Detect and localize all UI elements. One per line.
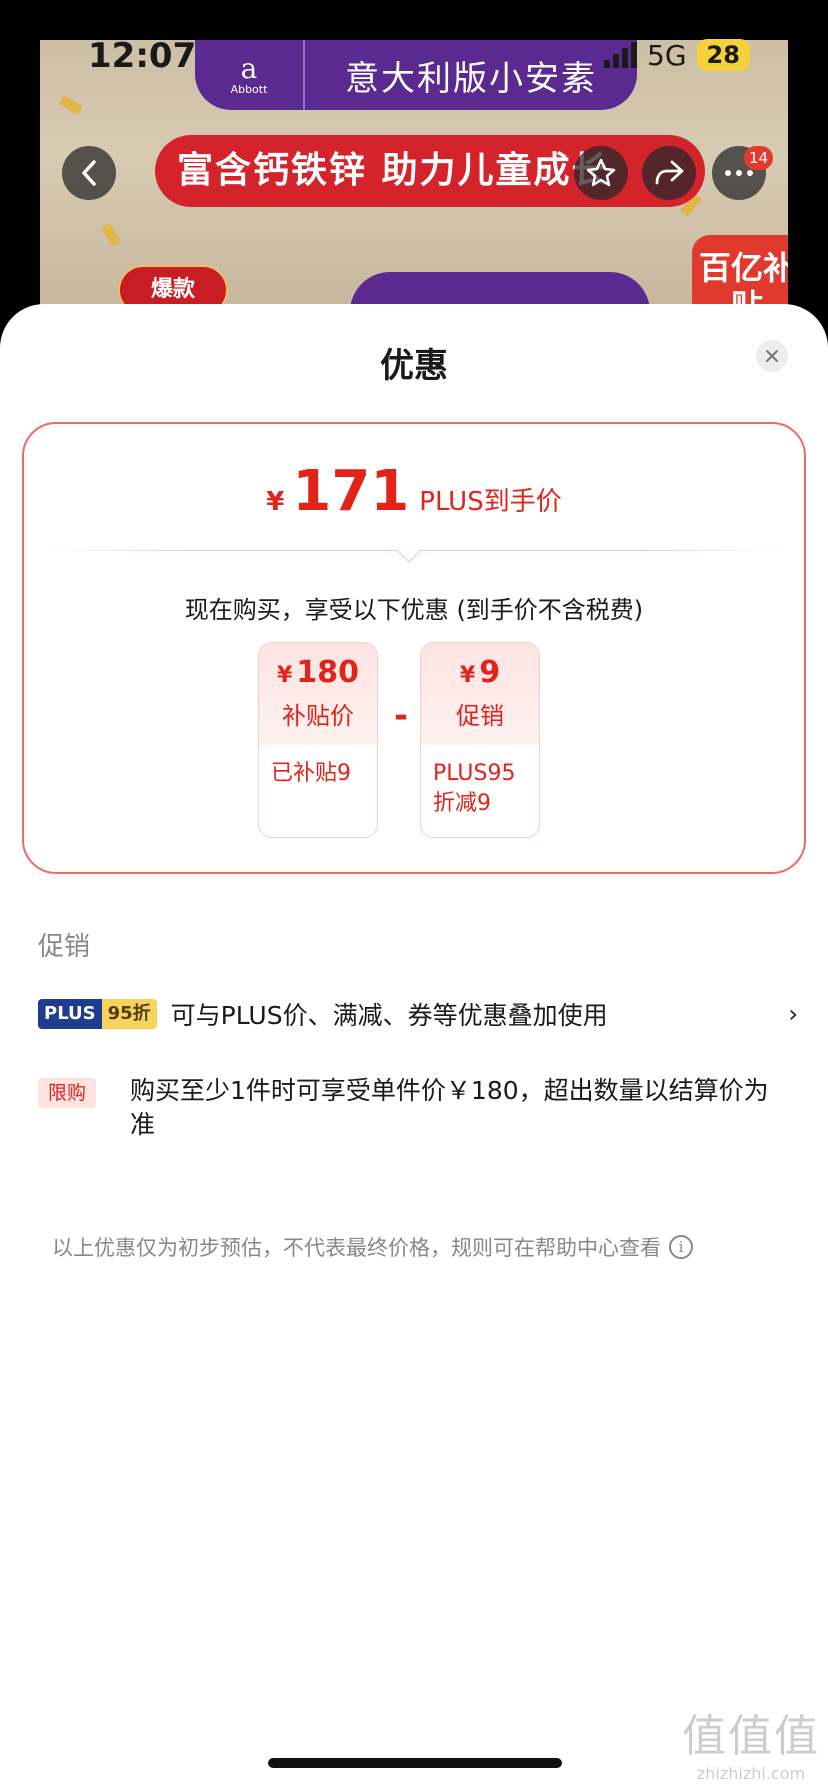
share-icon bbox=[655, 160, 684, 185]
abbott-logo-icon: a bbox=[240, 51, 258, 85]
buy-now-text: 现在购买，享受以下优惠 (到手价不含税费) bbox=[184, 596, 644, 624]
network-type: 5G bbox=[647, 38, 687, 72]
status-indicators: 5G 28 bbox=[604, 36, 750, 74]
info-icon[interactable]: i bbox=[669, 1235, 693, 1259]
star-icon bbox=[586, 158, 616, 187]
chevron-right-icon: › bbox=[788, 1000, 798, 1028]
subsidy-price-card: ¥180 补贴价 已补贴9 bbox=[258, 642, 378, 838]
subsidy-price-detail: 已补贴9 bbox=[271, 761, 351, 786]
plus-promotion-row[interactable]: PLUS 95折 可与PLUS价、满减、券等优惠叠加使用 › bbox=[38, 994, 798, 1034]
promotion-card: ¥9 促销 PLUS95折减9 bbox=[420, 642, 540, 838]
brand-logo: a Abbott bbox=[195, 40, 305, 110]
final-price: ¥ 171 PLUS到手价 bbox=[24, 464, 804, 520]
promotion-detail: PLUS95折减9 bbox=[433, 761, 516, 816]
disclaimer-row[interactable]: 以上优惠仅为初步预估，不代表最终价格，规则可在帮助中心查看 i bbox=[52, 1232, 782, 1262]
purchase-limit-text: 购买至少1件时可享受单件价￥180，超出数量以结算价为准 bbox=[130, 1076, 769, 1139]
battery-level: 28 bbox=[696, 39, 750, 71]
plus-promotion-text: 可与PLUS价、满减、券等优惠叠加使用 bbox=[170, 1001, 608, 1030]
plus-badge-label: PLUS bbox=[38, 999, 102, 1029]
brand-logo-text: Abbott bbox=[230, 82, 268, 96]
watermark-url: zhizhizhi.com bbox=[696, 1764, 806, 1783]
watermark-logo: 值值值 bbox=[682, 1711, 820, 1762]
close-icon bbox=[766, 350, 778, 362]
watermark: 值值值 zhizhizhi.com bbox=[676, 1700, 826, 1783]
final-price-label: PLUS到手价 bbox=[419, 487, 562, 517]
plus-badge-discount: 95折 bbox=[101, 999, 157, 1029]
close-button[interactable] bbox=[756, 340, 788, 372]
chevron-left-icon bbox=[82, 160, 96, 186]
subsidy-price-amount: 180 bbox=[296, 655, 359, 690]
notification-count-badge: 14 bbox=[744, 146, 774, 170]
plus-discount-badge: PLUS 95折 bbox=[38, 999, 157, 1029]
back-button[interactable] bbox=[62, 146, 116, 200]
price-summary-card: ¥ 171 PLUS到手价 现在购买，享受以下优惠 (到手价不含税费) ¥180… bbox=[22, 422, 806, 874]
subsidy-price-kind: 补贴价 bbox=[282, 702, 354, 730]
signal-icon bbox=[604, 42, 637, 68]
discount-sheet: 优惠 ¥ 171 PLUS到手价 现在购买，享受以下优惠 (到手价不含税费) ¥… bbox=[0, 304, 828, 1792]
currency-symbol: ¥ bbox=[266, 487, 285, 517]
more-dots-icon bbox=[725, 170, 753, 176]
screen: a Abbott 意大利版小安素 富含钙铁锌 助力儿童成长 爆款 百亿补贴 14… bbox=[0, 0, 828, 1792]
final-price-amount: 171 bbox=[292, 459, 410, 524]
brand-banner: a Abbott 意大利版小安素 bbox=[195, 40, 637, 110]
promotion-kind: 促销 bbox=[456, 702, 504, 730]
promotion-amount: 9 bbox=[479, 655, 501, 690]
share-button[interactable] bbox=[642, 146, 696, 200]
confetti-decoration bbox=[58, 95, 84, 115]
divider-notch bbox=[396, 537, 422, 563]
status-time: 12:07 bbox=[88, 36, 197, 76]
favorite-button[interactable] bbox=[574, 146, 628, 200]
purchase-limit-badge: 限购 bbox=[38, 1078, 97, 1108]
promotion-section-label: 促销 bbox=[38, 932, 91, 962]
minus-sign: - bbox=[393, 696, 409, 736]
sheet-title: 优惠 bbox=[380, 346, 448, 386]
home-indicator[interactable] bbox=[268, 1758, 562, 1768]
disclaimer-text: 以上优惠仅为初步预估，不代表最终价格，规则可在帮助中心查看 bbox=[52, 1236, 661, 1260]
brand-title: 意大利版小安素 bbox=[345, 58, 597, 99]
purchase-limit-row: 限购 购买至少1件时可享受单件价￥180，超出数量以结算价为准 bbox=[38, 1074, 778, 1142]
confetti-decoration bbox=[101, 222, 121, 248]
